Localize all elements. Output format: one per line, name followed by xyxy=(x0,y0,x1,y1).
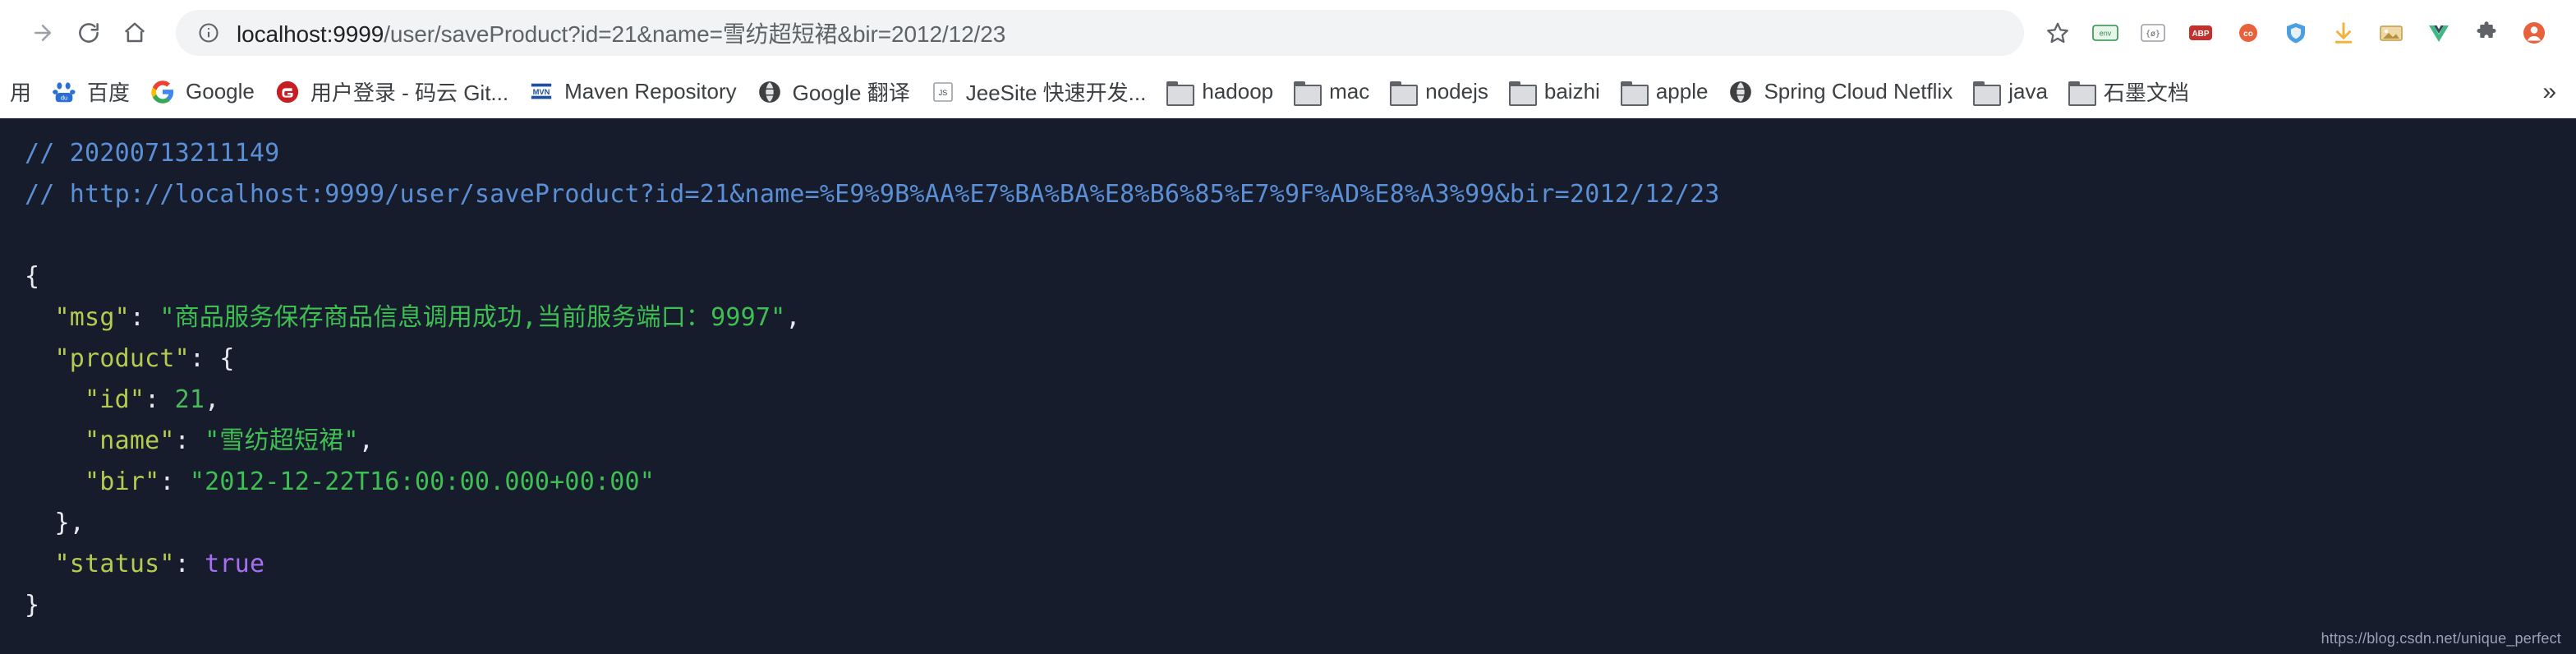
reload-icon xyxy=(79,23,99,43)
bookmark-label: 百度 xyxy=(87,81,131,105)
json-value-status: true xyxy=(205,550,265,578)
home-icon xyxy=(124,22,145,43)
json-key-name: "name" xyxy=(85,426,175,455)
forward-button[interactable] xyxy=(20,10,66,56)
bookmark-label: hadoop xyxy=(1202,79,1274,104)
puzzle-extensions-icon[interactable] xyxy=(2464,10,2509,56)
json-key-bir: "bir" xyxy=(85,467,160,496)
bookmark-label: baizhi xyxy=(1543,79,1600,104)
address-bar[interactable]: localhost:9999/user/saveProduct?id=21&na… xyxy=(176,10,2024,56)
globe-icon xyxy=(1727,79,1754,105)
svg-text:du: du xyxy=(61,94,67,101)
json-brace-open: { xyxy=(25,262,40,291)
browser-toolbar: localhost:9999/user/saveProduct?id=21&na… xyxy=(0,0,2576,66)
json-value-bir: "2012-12-22T16:00:00.000+00:00" xyxy=(189,467,655,496)
json-key-id: "id" xyxy=(85,385,145,414)
bookmark-label: 用户登录 - 码云 Git... xyxy=(310,81,509,105)
bookmark-label: 石墨文档 xyxy=(2103,81,2189,105)
vue-devtools-icon[interactable] xyxy=(2417,10,2461,56)
maven-icon: MVN xyxy=(528,79,554,105)
toolbar-icon-group: env {ø} ABP co xyxy=(2036,10,2556,56)
bookmark-item-nodejs[interactable]: nodejs xyxy=(1379,72,1498,112)
bookmarks-bar: 用 du 百度 Google 用户登录 - 码云 Git... MVN Mave… xyxy=(0,66,2576,118)
folder-icon xyxy=(1389,79,1419,106)
bookmark-label: Maven Repository xyxy=(564,79,737,104)
bookmark-item-gitee[interactable]: 用户登录 - 码云 Git... xyxy=(264,72,518,112)
folder-icon xyxy=(1166,79,1195,106)
bookmark-item-hadoop[interactable]: hadoop xyxy=(1156,72,1283,112)
bookmark-item-shimo[interactable]: 石墨文档 xyxy=(2058,72,2199,112)
bookmark-item-maven[interactable]: MVN Maven Repository xyxy=(518,72,747,112)
url-text: localhost:9999/user/saveProduct?id=21&na… xyxy=(237,16,1005,49)
url-path: /user/saveProduct?id=21&name=雪纺超短裙&bir=2… xyxy=(384,21,1006,47)
svg-text:MVN: MVN xyxy=(533,87,550,95)
svg-text:co: co xyxy=(2243,30,2253,39)
bookmark-label: nodejs xyxy=(1425,79,1488,104)
extension-braces-icon[interactable]: {ø} xyxy=(2131,10,2175,56)
json-value-name: "雪纺超短裙" xyxy=(205,426,359,455)
bookmark-item-baidu[interactable]: du 百度 xyxy=(41,72,140,112)
json-output: // 20200713211149 // http://localhost:99… xyxy=(25,139,1720,619)
json-key-status: "status" xyxy=(54,550,175,578)
bookmark-label: Google 翻译 xyxy=(792,81,910,105)
folder-icon xyxy=(1972,79,2002,106)
bookmark-item-google-translate[interactable]: Google 翻译 xyxy=(747,72,920,112)
download-icon[interactable] xyxy=(2321,10,2366,56)
bookmark-item-spring-cloud-netflix[interactable]: Spring Cloud Netflix xyxy=(1718,72,1962,112)
bookmark-item-jeesite[interactable]: JS JeeSite 快速开发... xyxy=(920,72,1157,112)
json-key-msg: "msg" xyxy=(54,303,130,332)
adblock-plus-icon[interactable]: ABP xyxy=(2178,10,2223,56)
profile-avatar-icon[interactable] xyxy=(2512,10,2556,56)
js-icon: JS xyxy=(930,79,956,105)
bookmark-label: apple xyxy=(1655,79,1709,104)
bookmarks-overflow-button[interactable]: » xyxy=(2531,78,2568,106)
json-viewer-page: // 20200713211149 // http://localhost:99… xyxy=(0,118,2576,654)
home-button[interactable] xyxy=(112,10,158,56)
bookmark-label: Google xyxy=(186,79,255,104)
svg-text:JS: JS xyxy=(938,89,947,97)
bookmark-star-icon[interactable] xyxy=(2036,10,2080,56)
bookmark-item-baizhi[interactable]: baizhi xyxy=(1498,72,1610,112)
bookmark-item-java[interactable]: java xyxy=(1962,72,2058,112)
json-key-product: "product" xyxy=(54,344,190,373)
reload-button[interactable] xyxy=(66,10,112,56)
svg-text:ABP: ABP xyxy=(2192,30,2209,39)
svg-text:{ø}: {ø} xyxy=(2146,30,2160,39)
bookmark-label: mac xyxy=(1329,79,1370,104)
bookmark-item[interactable]: 用 xyxy=(0,72,41,112)
folder-icon xyxy=(1293,79,1322,106)
extension-green-icon[interactable]: env xyxy=(2083,10,2128,56)
google-icon xyxy=(150,79,176,105)
bookmark-item-google[interactable]: Google xyxy=(140,72,264,112)
bookmark-label: 用 xyxy=(10,81,32,105)
watermark: https://blog.csdn.net/unique_perfect xyxy=(2321,630,2561,647)
arrow-right-icon xyxy=(34,25,51,41)
svg-text:env: env xyxy=(2100,30,2112,38)
folder-icon xyxy=(2068,79,2096,106)
json-brace-close-product: }, xyxy=(54,509,85,537)
comment-url: // http://localhost:9999/user/saveProduc… xyxy=(25,180,1720,209)
bookmark-label: Spring Cloud Netflix xyxy=(1764,79,1953,104)
baidu-icon: du xyxy=(51,79,77,105)
bookmark-item-mac[interactable]: mac xyxy=(1283,72,1379,112)
url-host: localhost:9999 xyxy=(237,21,384,47)
comment-timestamp: // 20200713211149 xyxy=(25,139,280,168)
info-circle-icon[interactable] xyxy=(197,21,220,44)
adblock-icon[interactable]: co xyxy=(2226,10,2270,56)
bookmark-label: JeeSite 快速开发... xyxy=(965,81,1147,105)
gitee-icon xyxy=(274,79,301,105)
shield-blue-icon[interactable] xyxy=(2274,10,2318,56)
json-value-msg: "商品服务保存商品信息调用成功,当前服务端口：9997" xyxy=(159,303,786,332)
bookmark-label: java xyxy=(2008,79,2048,104)
json-brace-close: } xyxy=(25,591,40,619)
folder-icon xyxy=(1620,79,1649,106)
globe-icon xyxy=(757,79,783,105)
bookmark-item-apple[interactable]: apple xyxy=(1610,72,1718,112)
folder-icon xyxy=(1508,79,1537,106)
json-value-id: 21 xyxy=(174,385,205,414)
image-extension-icon[interactable] xyxy=(2369,10,2413,56)
